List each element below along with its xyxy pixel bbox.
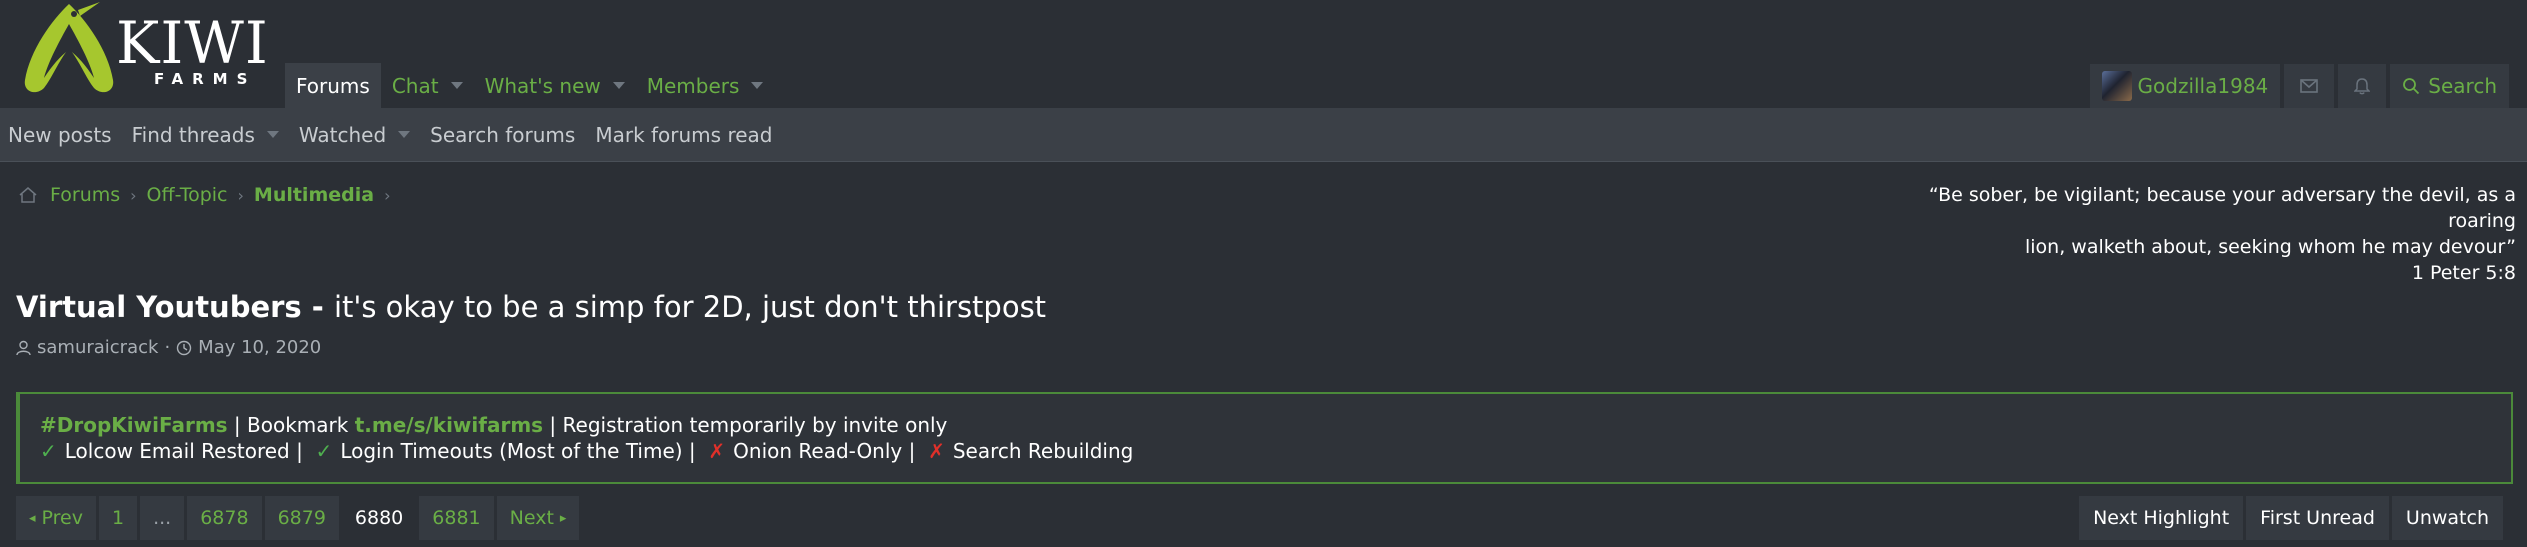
breadcrumb-off-topic[interactable]: Off-Topic [147,184,228,206]
user-area: Godzilla1984 Search [2089,64,2509,108]
sub-nav: New posts Find threads Watched Search fo… [0,108,2527,162]
quote-line-2: lion, walketh about, seeking whom he may… [2025,236,2516,258]
subnav-find-threads[interactable]: Find threads [132,123,279,147]
search-label: Search [2428,74,2497,98]
thread-actions: Next Highlight First Unread Unwatch [2079,496,2503,540]
prev-page-button[interactable]: ◂ Prev [16,496,96,540]
subnav-find-threads-label: Find threads [131,122,255,147]
tab-forums[interactable]: Forums [285,63,381,108]
chevron-down-icon[interactable] [398,131,411,138]
logo-subtitle: FARMS [154,70,257,88]
page-link[interactable]: 6881 [419,496,494,540]
thread-prefix[interactable]: Virtual Youtubers - [16,290,334,324]
subnav-new-posts[interactable]: New posts [8,123,112,147]
subnav-watched[interactable]: Watched [298,122,411,147]
unwatch-button[interactable]: Unwatch [2391,496,2503,540]
notice-line-1: #DropKiwiFarms | Bookmark t.me/s/kiwifar… [40,412,2511,438]
site-header: KIWI FARMS Forums Chat What's new Member… [0,0,2527,108]
notice-line-2: ✓ Lolcow Email Restored | ✓ Login Timeouts… [40,438,2511,464]
subnav-search-forums[interactable]: Search forums [430,123,575,147]
page-title: Virtual Youtubers - it's okay to be a si… [16,290,1046,324]
page-link[interactable]: 1 [98,496,138,540]
chevron-down-icon[interactable] [450,82,463,89]
tab-chat-label: Chat [391,73,439,98]
quote-line-1: “Be sober, be vigilant; because your adv… [1928,184,2516,232]
account-menu[interactable]: Godzilla1984 [2089,64,2281,108]
checkmark-icon: ✓ [40,439,57,463]
chevron-down-icon[interactable] [751,82,764,89]
checkmark-icon: ✓ [315,439,333,463]
user-icon [16,340,31,355]
prev-label: Prev [41,507,83,529]
breadcrumb: Forums › Off-Topic › Multimedia › [18,184,400,206]
notice-bookmark-text: | Bookmark [227,413,355,437]
subnav-watched-label: Watched [298,122,387,147]
next-label: Next [509,507,554,529]
next-highlight-button[interactable]: Next Highlight [2079,496,2244,540]
alerts-button[interactable] [2338,64,2387,108]
cross-icon: ✗ [708,439,726,463]
header-quote: “Be sober, be vigilant; because your adv… [1876,182,2516,286]
chevron-right-icon: › [384,185,391,205]
status-search: Search Rebuilding [952,439,1134,463]
home-icon[interactable] [18,185,38,205]
main-nav: Forums Chat What's new Members [285,63,774,108]
tab-forums-label: Forums [296,73,370,98]
thread-meta: samuraicrack · May 10, 2020 [16,337,321,358]
pagination: ◂ Prev 1 ... 6878 6879 6880 6881 Next ▸ [16,496,580,540]
username: Godzilla1984 [2137,74,2269,98]
tab-whats-new[interactable]: What's new [474,63,636,108]
avatar [2101,71,2132,101]
notice-hashtag[interactable]: #DropKiwiFarms [40,413,228,437]
status-email: Lolcow Email Restored | [64,439,303,463]
cross-icon: ✗ [928,439,945,463]
subnav-mark-read[interactable]: Mark forums read [595,123,772,147]
tab-whats-new-label: What's new [484,73,601,98]
tab-members[interactable]: Members [636,63,775,108]
status-onion: Onion Read-Only | [733,439,916,463]
page-jump[interactable]: ... [140,496,185,540]
status-login: Login Timeouts (Most of the Time) | [340,439,696,463]
site-logo[interactable]: KIWI FARMS [22,0,282,100]
chevron-left-icon: ◂ [29,510,36,526]
chevron-down-icon[interactable] [266,131,279,138]
breadcrumb-multimedia[interactable]: Multimedia [254,184,374,206]
first-unread-button[interactable]: First Unread [2246,496,2389,540]
chevron-down-icon[interactable] [612,82,625,89]
meta-separator: · [164,337,171,358]
thread-title: it's okay to be a simp for 2D, just don'… [333,290,1047,324]
notice-registration: | Registration temporarily by invite onl… [543,413,948,437]
tab-members-label: Members [646,73,740,98]
site-notice: #DropKiwiFarms | Bookmark t.me/s/kiwifar… [16,392,2513,484]
chevron-right-icon: › [237,185,244,205]
chevron-right-icon: › [130,185,137,205]
subnav-new-posts-label: New posts [8,122,112,147]
logo-wordmark: KIWI [116,9,269,77]
bell-icon [2354,77,2371,94]
quote-reference: 1 Peter 5:8 [2411,262,2516,284]
subnav-search-forums-label: Search forums [430,122,576,147]
next-page-button[interactable]: Next ▸ [496,496,580,540]
inbox-button[interactable] [2284,64,2335,108]
tab-chat[interactable]: Chat [381,63,474,108]
page-link[interactable]: 6878 [187,496,262,540]
page-link[interactable]: 6879 [264,496,339,540]
search-button[interactable]: Search [2390,64,2509,108]
current-page[interactable]: 6880 [341,496,417,540]
breadcrumb-forums[interactable]: Forums [50,184,120,206]
thread-date[interactable]: May 10, 2020 [198,337,321,358]
envelope-icon [2300,79,2319,93]
thread-author[interactable]: samuraicrack [37,337,158,358]
notice-bookmark-link[interactable]: t.me/s/kiwifarms [355,413,543,437]
subnav-mark-read-label: Mark forums read [595,122,773,147]
kiwi-logo-icon [24,2,114,93]
chevron-right-icon: ▸ [559,510,567,526]
search-icon [2403,78,2420,95]
clock-icon [176,340,192,355]
